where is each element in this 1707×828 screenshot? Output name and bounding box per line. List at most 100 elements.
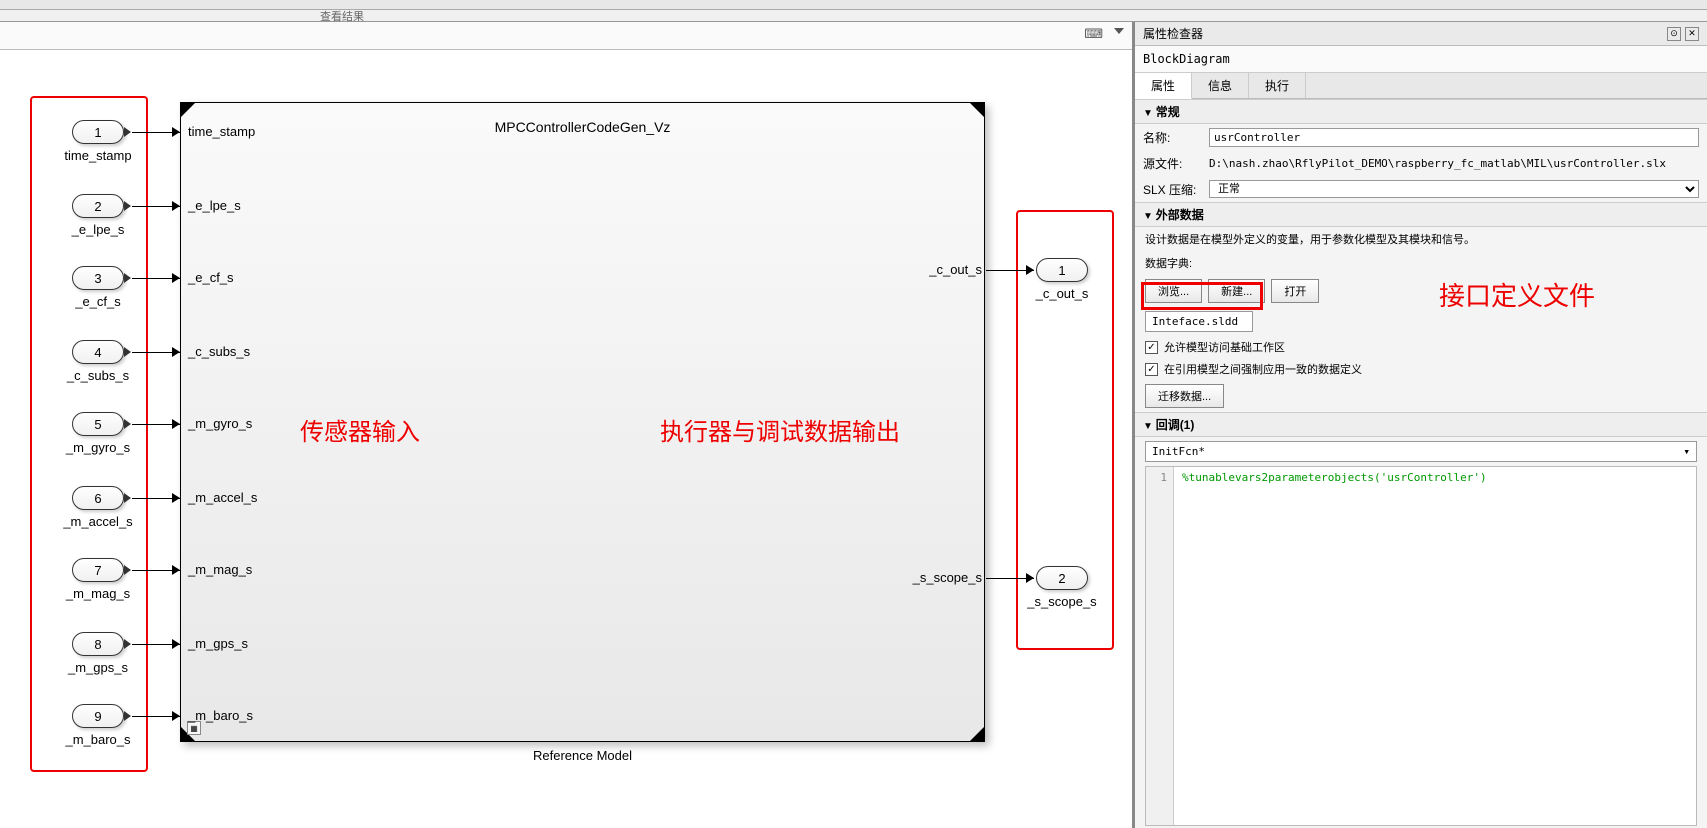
corner-icon bbox=[181, 103, 195, 117]
arrow-icon bbox=[172, 201, 180, 211]
source-label: 源文件: bbox=[1143, 155, 1203, 172]
inport-4[interactable]: 4 bbox=[72, 340, 124, 364]
outport-2[interactable]: 2 bbox=[1036, 566, 1088, 590]
outport-1[interactable]: 1 bbox=[1036, 258, 1088, 282]
slx-label: SLX 压缩: bbox=[1143, 181, 1203, 198]
external-desc: 设计数据是在模型外定义的变量，用于参数化模型及其模块和信号。 bbox=[1135, 227, 1707, 251]
arrow-icon bbox=[172, 273, 180, 283]
model-ref-badge-icon: ▦ bbox=[187, 721, 201, 735]
inport-label: _e_cf_s bbox=[48, 294, 148, 309]
inport-1[interactable]: 1 bbox=[72, 120, 124, 144]
inspector-tabs: 属性 信息 执行 bbox=[1135, 73, 1707, 99]
keyboard-icon: ⌨ bbox=[1084, 26, 1102, 42]
inport-label: _m_gps_s bbox=[48, 660, 148, 675]
tab-info[interactable]: 信息 bbox=[1192, 73, 1249, 98]
port-tip-icon bbox=[124, 347, 131, 357]
out-signal-label: _c_out_s bbox=[916, 262, 982, 277]
callback-editor[interactable]: 1 %tunablevars2parameterobjects('usrCont… bbox=[1145, 466, 1697, 826]
port-signal-label: _m_gyro_s bbox=[188, 416, 252, 431]
close-icon[interactable]: ✕ bbox=[1685, 27, 1699, 41]
tab-properties[interactable]: 属性 bbox=[1135, 73, 1192, 99]
port-signal-label: _m_baro_s bbox=[188, 708, 253, 723]
migrate-button[interactable]: 迁移数据... bbox=[1145, 384, 1224, 408]
port-tip-icon bbox=[124, 419, 131, 429]
inport-8[interactable]: 8 bbox=[72, 632, 124, 656]
port-signal-label: _m_accel_s bbox=[188, 490, 257, 505]
arrow-icon bbox=[172, 711, 180, 721]
inport-3[interactable]: 3 bbox=[72, 266, 124, 290]
line-gutter: 1 bbox=[1146, 467, 1174, 825]
chevron-down-icon: ▾ bbox=[1683, 445, 1690, 458]
chevron-down-icon[interactable] bbox=[1114, 28, 1124, 34]
port-signal-label: _c_subs_s bbox=[188, 344, 250, 359]
port-tip-icon bbox=[124, 201, 131, 211]
checkbox-base-ws[interactable]: ✓ bbox=[1145, 341, 1158, 354]
inport-6[interactable]: 6 bbox=[72, 486, 124, 510]
inport-label: _m_baro_s bbox=[48, 732, 148, 747]
port-tip-icon bbox=[124, 127, 131, 137]
minimize-icon[interactable]: ⊙ bbox=[1667, 27, 1681, 41]
tab-strip: 查看结果 bbox=[0, 10, 1707, 22]
inport-label: _c_subs_s bbox=[48, 368, 148, 383]
arrow-icon bbox=[172, 565, 180, 575]
port-tip-icon bbox=[124, 493, 131, 503]
block-title: MPCControllerCodeGen_Vz bbox=[181, 119, 984, 135]
inport-label: _m_gyro_s bbox=[48, 440, 148, 455]
port-signal-label: _m_gps_s bbox=[188, 636, 248, 651]
inport-label: _m_mag_s bbox=[48, 586, 148, 601]
inspector-title: 属性检查器 bbox=[1143, 25, 1203, 42]
inport-label: _e_lpe_s bbox=[48, 222, 148, 237]
port-signal-label: _e_lpe_s bbox=[188, 198, 241, 213]
callback-select[interactable]: InitFcn* ▾ bbox=[1145, 441, 1697, 462]
port-tip-icon bbox=[124, 273, 131, 283]
inport-label: time_stamp bbox=[48, 148, 148, 163]
inport-9[interactable]: 9 bbox=[72, 704, 124, 728]
section-external[interactable]: 外部数据 bbox=[1135, 202, 1707, 227]
dict-field[interactable] bbox=[1145, 311, 1253, 332]
name-field[interactable] bbox=[1209, 128, 1699, 147]
tab-execution[interactable]: 执行 bbox=[1249, 73, 1306, 98]
section-general[interactable]: 常规 bbox=[1135, 99, 1707, 124]
checkbox-consistent[interactable]: ✓ bbox=[1145, 363, 1158, 376]
property-inspector: 属性检查器 ⊙ ✕ BlockDiagram 属性 信息 执行 常规 名称: 源… bbox=[1134, 22, 1707, 828]
arrow-icon bbox=[1026, 573, 1034, 583]
chk1-label: 允许模型访问基础工作区 bbox=[1164, 339, 1285, 355]
arrow-icon bbox=[172, 493, 180, 503]
chk2-label: 在引用模型之间强制应用一致的数据定义 bbox=[1164, 361, 1362, 377]
out-signal-label: _s_scope_s bbox=[896, 570, 982, 585]
slx-select[interactable]: 正常 bbox=[1209, 180, 1699, 198]
source-value: D:\nash.zhao\RflyPilot_DEMO\raspberry_fc… bbox=[1209, 157, 1699, 170]
arrow-icon bbox=[172, 419, 180, 429]
name-label: 名称: bbox=[1143, 129, 1203, 146]
port-tip-icon bbox=[124, 711, 131, 721]
interface-file-annotation: 接口定义文件 bbox=[1439, 276, 1595, 313]
sensor-annotation: 传感器输入 bbox=[300, 412, 420, 447]
port-tip-icon bbox=[124, 565, 131, 575]
port-signal-label: _e_cf_s bbox=[188, 270, 234, 285]
model-canvas[interactable]: MPCControllerCodeGen_Vz ▦ Reference Mode… bbox=[0, 50, 1132, 828]
inspector-title-bar: 属性检查器 ⊙ ✕ bbox=[1135, 22, 1707, 46]
inport-2[interactable]: 2 bbox=[72, 194, 124, 218]
port-tip-icon bbox=[124, 639, 131, 649]
outport-label: _s_scope_s bbox=[1012, 594, 1112, 609]
inport-label: _m_accel_s bbox=[48, 514, 148, 529]
corner-icon bbox=[970, 727, 984, 741]
code-content[interactable]: %tunablevars2parameterobjects('usrContro… bbox=[1174, 467, 1495, 825]
breadcrumb-bar[interactable]: ⌨ bbox=[0, 22, 1132, 50]
port-signal-label: _m_mag_s bbox=[188, 562, 252, 577]
open-button[interactable]: 打开 bbox=[1271, 279, 1319, 303]
canvas-panel: ⌨ MPCControllerCodeGen_Vz ▦ Reference Mo… bbox=[0, 22, 1134, 828]
dict-highlight bbox=[1141, 282, 1263, 310]
arrow-icon bbox=[172, 639, 180, 649]
arrow-icon bbox=[172, 127, 180, 137]
dict-label: 数据字典: bbox=[1135, 251, 1707, 275]
arrow-icon bbox=[1026, 265, 1034, 275]
actuator-annotation: 执行器与调试数据输出 bbox=[660, 412, 900, 447]
inport-5[interactable]: 5 bbox=[72, 412, 124, 436]
object-type: BlockDiagram bbox=[1135, 46, 1707, 73]
inport-7[interactable]: 7 bbox=[72, 558, 124, 582]
block-caption: Reference Model bbox=[180, 748, 985, 763]
section-callback[interactable]: 回调(1) bbox=[1135, 412, 1707, 437]
outport-label: _c_out_s bbox=[1012, 286, 1112, 301]
menu-bar bbox=[0, 0, 1707, 10]
